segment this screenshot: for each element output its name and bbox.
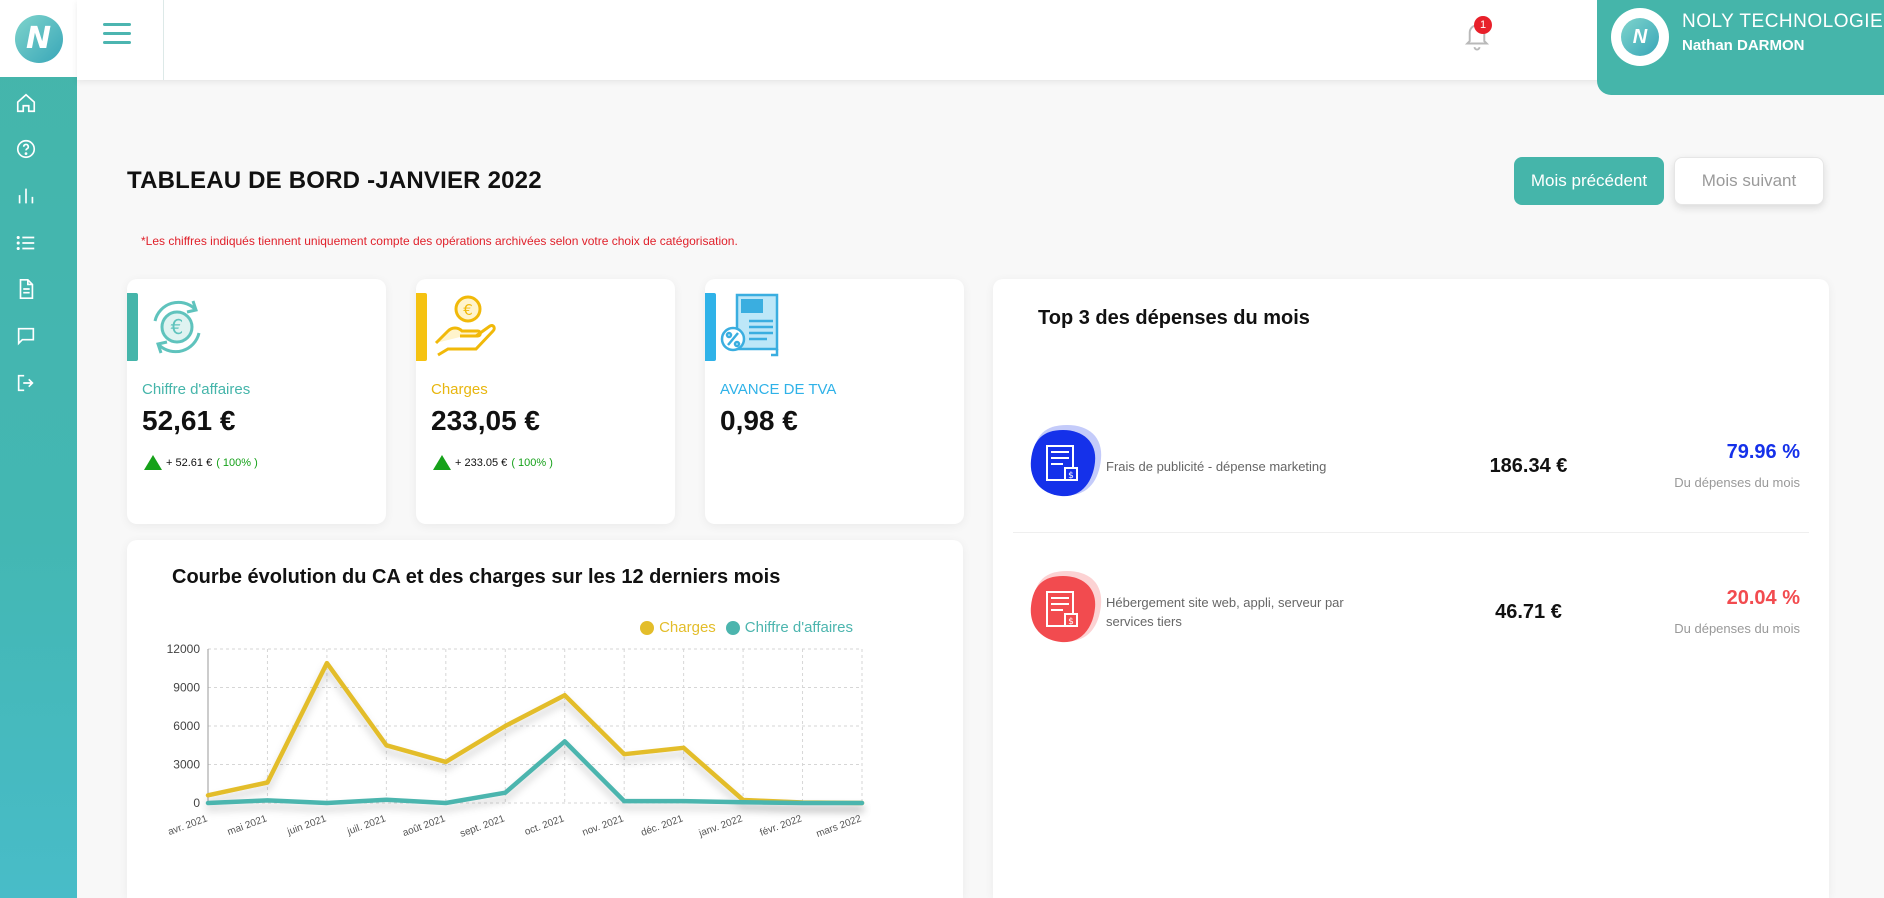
y-tick-label: 12000 <box>167 642 201 656</box>
kpi-delta: + 52.61 € ( 100% ) <box>144 455 258 470</box>
advertising-icon: $ <box>1023 424 1103 504</box>
x-tick-label: juil. 2021 <box>345 813 388 838</box>
previous-month-button[interactable]: Mois précédent <box>1514 157 1664 205</box>
kpi-value: 233,05 € <box>431 405 540 436</box>
logo-icon: N <box>14 14 63 63</box>
y-tick-label: 3000 <box>173 758 200 772</box>
hand-coin-icon: € <box>430 291 502 363</box>
delta-amount: + 52.61 € <box>166 456 213 469</box>
user-name: Nathan DARMON <box>1682 37 1805 54</box>
up-arrow-icon <box>433 455 451 470</box>
svg-text:€: € <box>171 315 184 339</box>
svg-text:$: $ <box>1068 617 1074 627</box>
vat-document-icon <box>719 291 791 363</box>
x-tick-label: mars 2022 <box>815 813 864 840</box>
bar-chart-icon[interactable] <box>13 183 39 209</box>
home-icon[interactable] <box>13 90 39 116</box>
help-icon[interactable] <box>13 136 39 162</box>
x-tick-label: févr. 2022 <box>759 813 804 839</box>
x-tick-label: oct. 2021 <box>523 813 566 838</box>
app-logo[interactable]: N <box>0 0 77 77</box>
expense-percent: 79.96 % <box>1726 441 1800 463</box>
kpi-label: Chiffre d'affaires <box>142 381 251 398</box>
company-name: NOLY TECHNOLOGIE <box>1682 11 1884 32</box>
up-arrow-icon <box>144 455 162 470</box>
company-profile[interactable]: N NOLY TECHNOLOGIE Nathan DARMON <box>1597 0 1884 95</box>
kpi-accent <box>127 293 138 361</box>
notification-badge: 1 <box>1474 16 1492 34</box>
topbar-divider <box>163 0 164 80</box>
company-avatar: N <box>1611 8 1669 66</box>
sidebar: N <box>0 0 77 898</box>
expense-label: Hébergement site web, appli, serveur par… <box>1106 595 1344 629</box>
expense-row[interactable]: $ Hébergement site web, appli, serveur p… <box>1011 565 1815 685</box>
line-chart: 12000 9000 6000 3000 0 avr. 2021 mai 2021 juin … <box>167 642 865 840</box>
delta-amount: + 233.05 € <box>455 456 508 469</box>
expense-label: Frais de publicité - dépense marketing <box>1106 459 1327 474</box>
top-expenses-title: Top 3 des dépenses du mois <box>1038 307 1310 329</box>
delta-percent: ( 100% ) <box>511 456 553 469</box>
expense-amount: 186.34 € <box>1489 455 1568 477</box>
expense-subtitle: Du dépenses du mois <box>1674 475 1800 490</box>
disclaimer-note: *Les chiffres indiqués tiennent uniqueme… <box>141 234 738 248</box>
kpi-label: Charges <box>431 381 488 398</box>
kpi-accent <box>416 293 427 361</box>
kpi-card-revenue: € Chiffre d'affaires 52,61 € + 52.61 € (… <box>127 279 386 524</box>
kpi-delta: + 233.05 € ( 100% ) <box>433 455 553 470</box>
x-tick-label: sept. 2021 <box>459 813 507 839</box>
expense-subtitle: Du dépenses du mois <box>1674 621 1800 636</box>
kpi-card-charges: € Charges 233,05 € + 233.05 € ( 100% ) <box>416 279 675 524</box>
kpi-card-vat: AVANCE DE TVA 0,98 € <box>705 279 964 524</box>
y-tick-label: 6000 <box>173 719 200 733</box>
kpi-label: AVANCE DE TVA <box>720 381 837 398</box>
y-tick-label: 0 <box>193 796 200 810</box>
delta-percent: ( 100% ) <box>216 456 258 469</box>
menu-icon[interactable] <box>103 23 131 47</box>
x-tick-label: mai 2021 <box>226 813 269 838</box>
document-icon[interactable] <box>13 276 39 302</box>
expense-amount: 46.71 € <box>1495 601 1562 623</box>
x-tick-label: déc. 2021 <box>640 813 685 839</box>
expense-row[interactable]: $ Frais de publicité - dépense marketing… <box>1011 419 1815 539</box>
euro-cycle-icon: € <box>141 291 213 363</box>
x-tick-label: août 2021 <box>401 813 447 839</box>
expense-percent: 20.04 % <box>1726 587 1800 609</box>
kpi-accent <box>705 293 716 361</box>
row-divider <box>1013 532 1809 533</box>
series-line-revenue <box>205 739 865 806</box>
x-tick-label: janv. 2022 <box>697 813 745 839</box>
chat-icon[interactable] <box>13 323 39 349</box>
svg-text:$: $ <box>1068 471 1074 481</box>
x-tick-label: nov. 2021 <box>581 813 626 838</box>
next-month-button[interactable]: Mois suivant <box>1674 157 1824 205</box>
kpi-value: 52,61 € <box>142 405 236 436</box>
top-expenses-card: Top 3 des dépenses du mois $ Frais de pu… <box>993 279 1829 898</box>
svg-text:€: € <box>463 301 473 319</box>
x-tick-label: avr. 2021 <box>167 813 210 838</box>
y-tick-label: 9000 <box>173 681 200 695</box>
kpi-value: 0,98 € <box>720 405 798 436</box>
list-icon[interactable] <box>13 230 39 256</box>
page-title: TABLEAU DE BORD -JANVIER 2022 <box>127 167 542 194</box>
x-tick-label: juin 2021 <box>285 813 328 838</box>
hosting-icon: $ <box>1023 570 1103 650</box>
series-line-charges <box>205 660 865 806</box>
evolution-chart-card: Courbe évolution du CA et des charges su… <box>127 540 963 898</box>
logout-icon[interactable] <box>13 370 39 396</box>
